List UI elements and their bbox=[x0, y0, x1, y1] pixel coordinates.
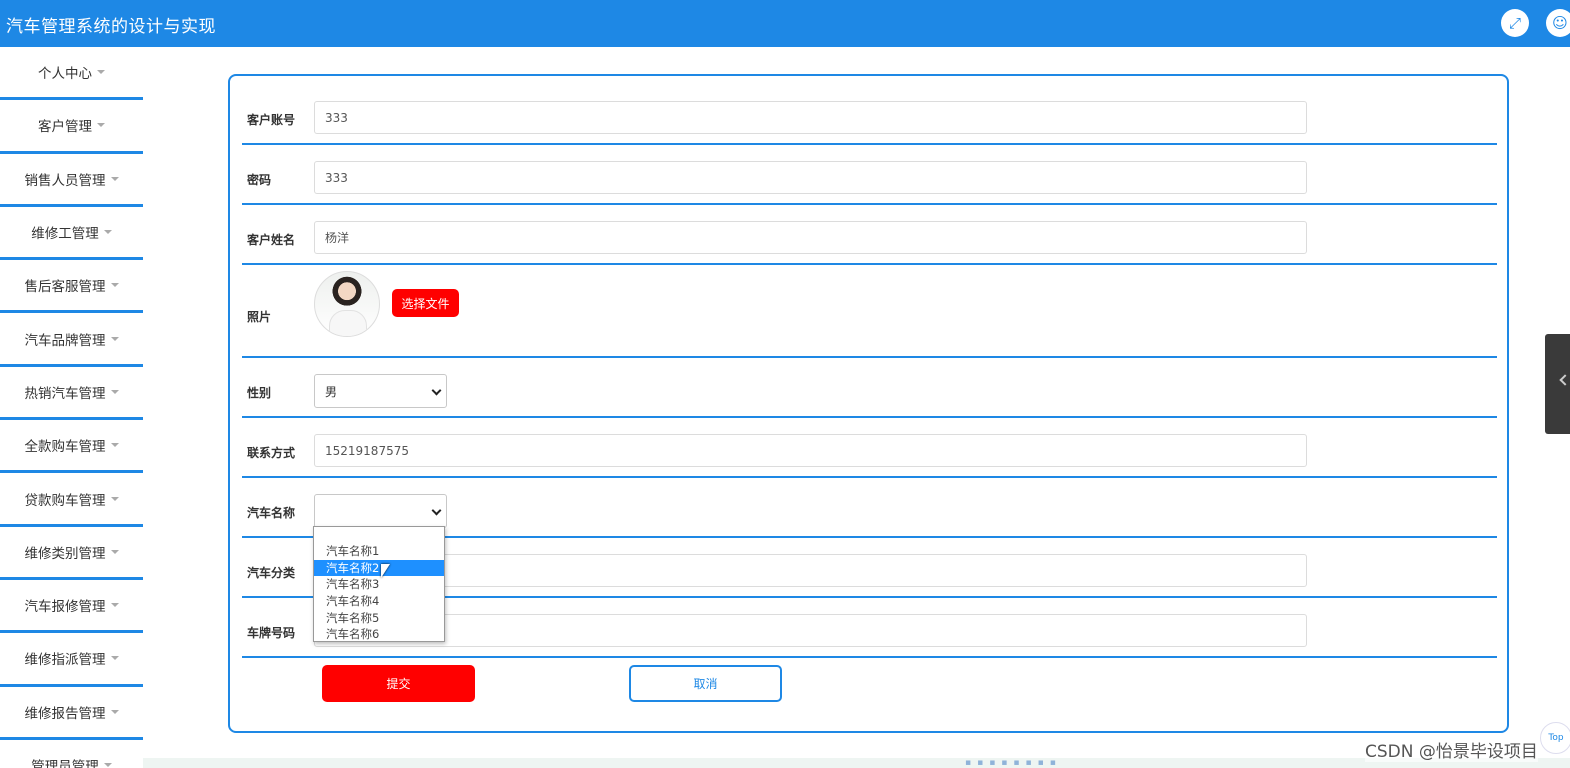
sidebar-item-label: 热销汽车管理 bbox=[24, 385, 106, 402]
account-label: 客户账号 bbox=[247, 113, 296, 127]
sidebar-item-repair-assignments[interactable]: 维修指派管理 bbox=[0, 633, 143, 687]
sidebar-item-label: 全款购车管理 bbox=[24, 439, 106, 456]
form-row-name: 客户姓名 杨洋 bbox=[242, 205, 1497, 265]
dropdown-option[interactable]: 汽车名称5 bbox=[314, 610, 444, 627]
mouse-cursor-icon bbox=[381, 564, 390, 578]
sidebar-item-repairmen[interactable]: 维修工管理 bbox=[0, 207, 143, 261]
plate-input[interactable] bbox=[314, 614, 1307, 647]
sidebar-item-label: 维修报告管理 bbox=[24, 705, 106, 722]
dropdown-option[interactable]: 汽车名称3 bbox=[314, 576, 444, 593]
submit-button[interactable]: 提交 bbox=[322, 665, 475, 702]
password-input[interactable]: 333 bbox=[314, 161, 1307, 194]
user-icon[interactable]: ☺ bbox=[1546, 9, 1570, 37]
dropdown-option[interactable]: 汽车名称6 bbox=[314, 626, 444, 643]
car-name-dropdown-list: 汽车名称1 汽车名称2 汽车名称3 汽车名称4 汽车名称5 汽车名称6 bbox=[313, 526, 445, 642]
car-category-label: 汽车分类 bbox=[247, 566, 296, 580]
sidebar-item-label: 个人中心 bbox=[38, 66, 92, 83]
form-row-phone: 联系方式 15219187575 bbox=[242, 418, 1497, 478]
caret-down-icon bbox=[97, 70, 105, 75]
car-name-label: 汽车名称 bbox=[247, 506, 296, 520]
avatar-figure bbox=[329, 310, 367, 336]
car-name-select[interactable] bbox=[314, 494, 447, 528]
sidebar-item-label: 维修工管理 bbox=[31, 226, 99, 243]
car-category-input[interactable] bbox=[314, 554, 1307, 587]
sidebar-item-loan-purchase[interactable]: 贷款购车管理 bbox=[0, 473, 143, 527]
gender-label: 性别 bbox=[247, 386, 272, 400]
dropdown-option-highlighted[interactable]: 汽车名称2 bbox=[314, 559, 444, 577]
form-row-password: 密码 333 bbox=[242, 145, 1497, 205]
sidebar-item-label: 维修指派管理 bbox=[24, 652, 106, 669]
sidebar-item-label: 管理员管理 bbox=[31, 759, 99, 768]
sidebar-item-label: 维修类别管理 bbox=[24, 545, 106, 562]
sidebar-item-car-brands[interactable]: 汽车品牌管理 bbox=[0, 313, 143, 367]
sidebar-item-sales-staff[interactable]: 销售人员管理 bbox=[0, 154, 143, 207]
form-row-gender: 性别 男 bbox=[242, 358, 1497, 418]
sidebar-item-full-payment[interactable]: 全款购车管理 bbox=[0, 420, 143, 474]
avatar bbox=[314, 271, 380, 337]
sidebar-item-after-sales[interactable]: 售后客服管理 bbox=[0, 260, 143, 314]
choose-file-button[interactable]: 选择文件 bbox=[392, 289, 459, 317]
caret-down-icon bbox=[110, 549, 119, 554]
chevron-down-icon bbox=[431, 505, 442, 516]
chevron-down-icon bbox=[431, 385, 442, 396]
toolbar-icons-strip: ▪▪▪▪▪▪▪▪ bbox=[965, 758, 1062, 768]
password-label: 密码 bbox=[247, 173, 272, 187]
caret-down-icon bbox=[110, 656, 119, 661]
form-row-photo: 照片 选择文件 bbox=[242, 265, 1497, 358]
sidebar-item-hot-cars[interactable]: 热销汽车管理 bbox=[0, 367, 143, 421]
phone-label: 联系方式 bbox=[247, 446, 296, 460]
name-label: 客户姓名 bbox=[247, 233, 296, 247]
plate-label: 车牌号码 bbox=[247, 626, 296, 640]
form-row-account: 客户账号 333 bbox=[242, 76, 1497, 145]
cancel-button[interactable]: 取消 bbox=[629, 665, 782, 702]
expand-icon[interactable]: ⤢ bbox=[1501, 9, 1529, 37]
gender-select-value: 男 bbox=[325, 384, 338, 399]
sidebar: 个人中心 客户管理 销售人员管理 维修工管理 售后客服管理 汽车品牌管理 热销汽… bbox=[0, 47, 143, 768]
phone-input[interactable]: 15219187575 bbox=[314, 434, 1307, 467]
caret-down-icon bbox=[103, 230, 112, 235]
sidebar-item-admins[interactable]: 管理员管理 bbox=[0, 740, 143, 768]
sidebar-item-label: 销售人员管理 bbox=[24, 172, 106, 189]
photo-label: 照片 bbox=[247, 310, 272, 324]
sidebar-item-label: 贷款购车管理 bbox=[24, 492, 106, 509]
back-to-top-button[interactable]: Top bbox=[1540, 722, 1570, 754]
caret-down-icon bbox=[110, 603, 119, 608]
dropdown-option[interactable]: 汽车名称4 bbox=[314, 593, 444, 610]
sidebar-item-repair-reports[interactable]: 维修报告管理 bbox=[0, 687, 143, 740]
sidebar-item-repair-requests[interactable]: 汽车报修管理 bbox=[0, 580, 143, 634]
caret-down-icon bbox=[110, 283, 119, 288]
gender-select[interactable]: 男 bbox=[314, 374, 447, 408]
caret-down-icon bbox=[110, 443, 119, 448]
account-input[interactable]: 333 bbox=[314, 101, 1307, 134]
sidebar-item-customers[interactable]: 客户管理 bbox=[0, 100, 143, 154]
caret-down-icon bbox=[97, 123, 105, 128]
sidebar-item-personal-center[interactable]: 个人中心 bbox=[0, 47, 143, 101]
caret-down-icon bbox=[103, 763, 112, 767]
watermark: CSDN @怡景毕设项目 bbox=[1365, 737, 1538, 762]
sidebar-item-label: 汽车品牌管理 bbox=[24, 332, 106, 349]
top-bar: 汽车管理系统的设计与实现 ⤢ ☺ bbox=[0, 0, 1570, 47]
caret-down-icon bbox=[110, 176, 119, 181]
caret-down-icon bbox=[110, 336, 119, 341]
sidebar-item-label: 汽车报修管理 bbox=[24, 599, 106, 616]
dropdown-option[interactable]: 汽车名称1 bbox=[314, 543, 444, 560]
sidebar-item-repair-categories[interactable]: 维修类别管理 bbox=[0, 527, 143, 580]
sidebar-item-label: 售后客服管理 bbox=[24, 279, 106, 296]
bottom-strip bbox=[143, 758, 1570, 768]
app-title: 汽车管理系统的设计与实现 bbox=[6, 17, 216, 37]
caret-down-icon bbox=[110, 389, 119, 394]
caret-down-icon bbox=[110, 709, 119, 714]
sidebar-item-label: 客户管理 bbox=[38, 119, 92, 136]
name-input[interactable]: 杨洋 bbox=[314, 221, 1307, 254]
caret-down-icon bbox=[110, 496, 119, 501]
